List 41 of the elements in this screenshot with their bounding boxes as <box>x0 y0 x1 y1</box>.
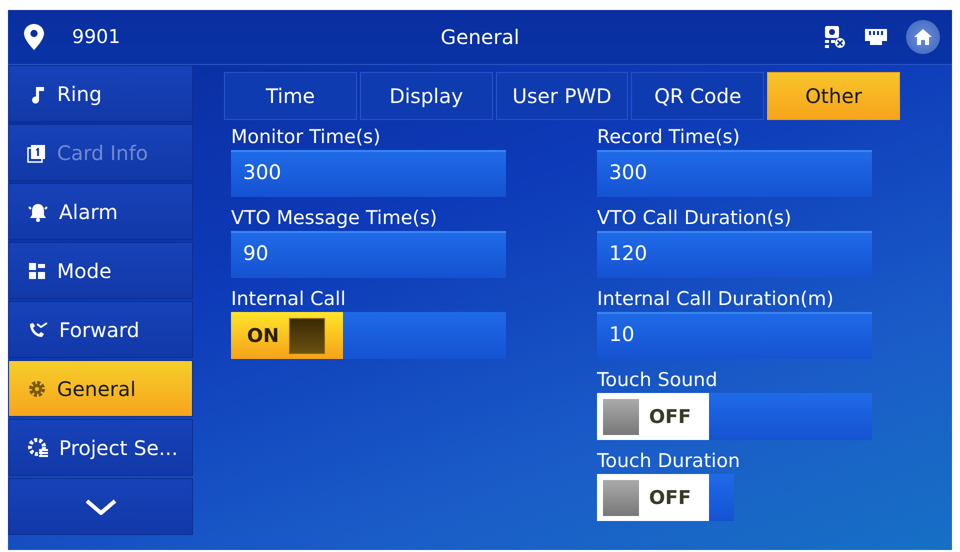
location-pin-icon <box>24 24 44 50</box>
bell-icon <box>27 202 49 222</box>
gear-list-icon <box>27 436 49 458</box>
field-label: Touch Sound <box>597 368 718 393</box>
sidebar-item[interactable]: Project Se... <box>8 419 193 476</box>
input-field[interactable]: 300 <box>231 150 506 197</box>
tab[interactable]: User PWD <box>496 72 628 120</box>
sidebar-item[interactable]: Forward <box>8 301 193 358</box>
home-button[interactable] <box>906 20 940 54</box>
device-status-icon <box>824 25 846 49</box>
grid-icon <box>27 260 47 280</box>
field-label: Record Time(s) <box>597 125 741 150</box>
window-title: General <box>440 25 520 49</box>
field-label: VTO Call Duration(s) <box>597 206 792 231</box>
sidebar-item[interactable]: Alarm <box>8 183 193 240</box>
field-label: Internal Call <box>231 287 347 312</box>
field-label: Touch Duration <box>597 449 742 474</box>
input-field[interactable]: 300 <box>597 150 872 197</box>
toggle-switch[interactable]: OFF <box>597 474 734 521</box>
tab[interactable]: QR Code <box>631 72 764 120</box>
input-field[interactable]: 10 <box>597 312 872 359</box>
tab[interactable]: Display <box>360 72 493 120</box>
gear-icon <box>27 378 47 398</box>
room-number: 9901 <box>72 26 120 48</box>
sidebar-item[interactable]: Ring <box>8 65 193 122</box>
toggle-switch[interactable]: OFF <box>597 393 872 440</box>
chevron-down-icon <box>84 498 116 514</box>
toggle-switch[interactable]: ON <box>231 312 506 359</box>
sidebar-item[interactable]: Mode <box>8 242 193 299</box>
tab[interactable]: Time <box>224 72 357 120</box>
input-field[interactable]: 120 <box>597 231 872 278</box>
field-label: Monitor Time(s) <box>231 125 382 150</box>
tab[interactable]: Other <box>767 72 900 120</box>
network-port-icon <box>864 27 888 47</box>
sidebar-item[interactable]: General <box>8 360 193 417</box>
card-icon <box>27 142 47 162</box>
input-field[interactable]: 90 <box>231 231 506 278</box>
field-label: Internal Call Duration(m) <box>597 287 835 312</box>
phone-forward-icon <box>27 320 49 340</box>
field-label: VTO Message Time(s) <box>231 206 438 231</box>
home-icon <box>913 28 933 46</box>
